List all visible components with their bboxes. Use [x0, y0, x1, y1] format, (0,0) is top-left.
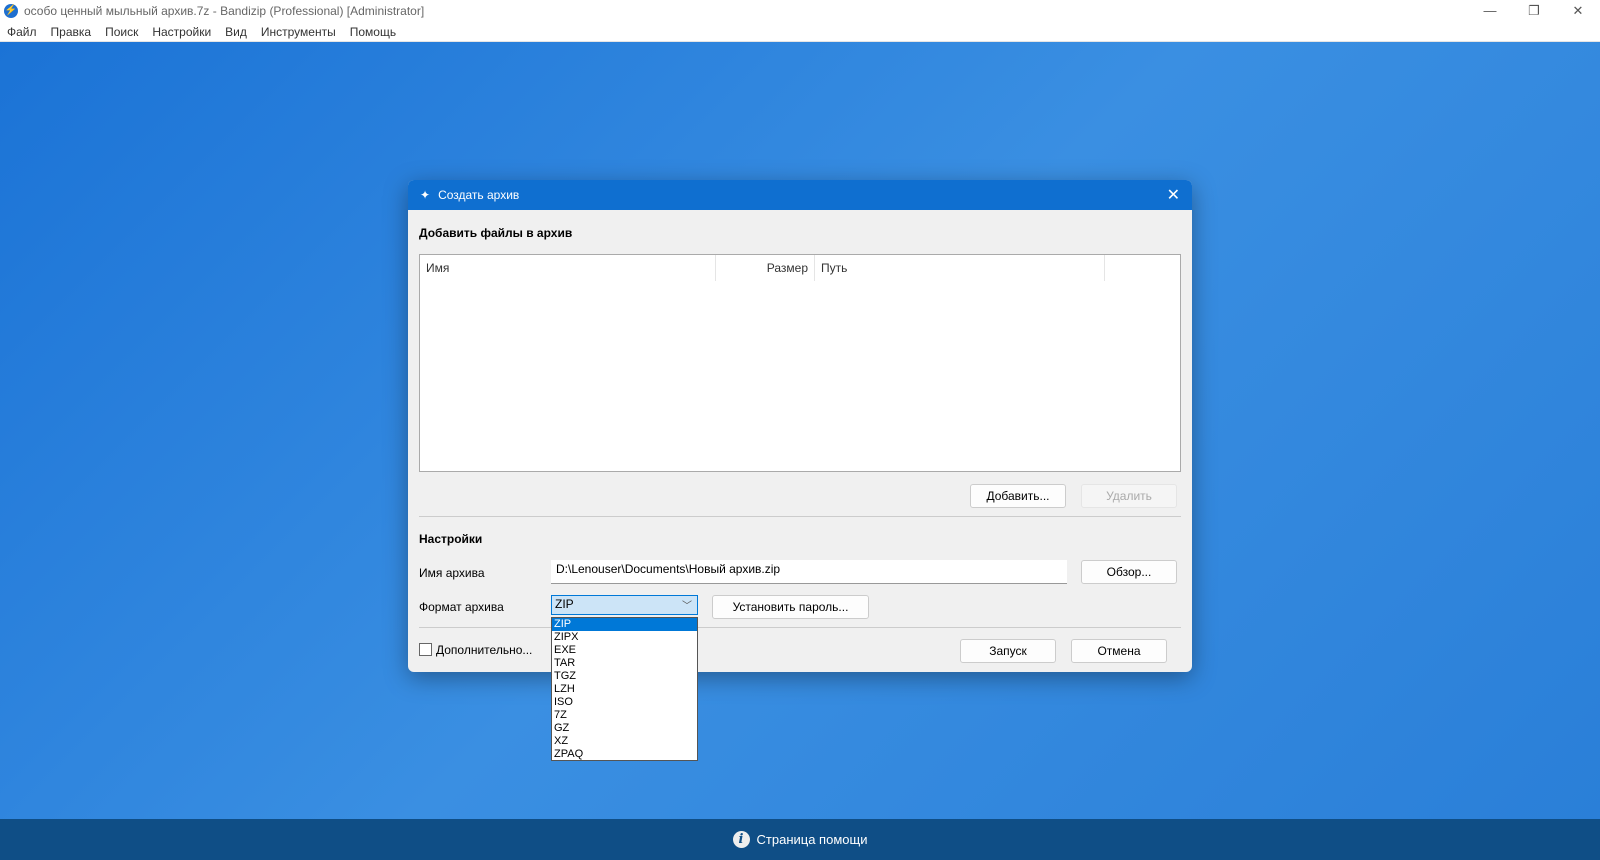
info-icon: i — [732, 831, 750, 848]
archive-name-input[interactable]: D:\Lenouser\Documents\Новый архив.zip — [551, 560, 1067, 584]
archive-name-label: Имя архива — [419, 566, 485, 580]
bandizip-logo-icon: ⚡ — [4, 4, 18, 18]
dialog-close-icon[interactable]: ✕ — [1167, 185, 1180, 205]
divider — [419, 627, 1181, 628]
menu-settings[interactable]: Настройки — [152, 25, 211, 39]
chevron-down-icon: ﹀ — [682, 601, 692, 612]
format-option[interactable]: ZPAQ — [552, 748, 697, 761]
cancel-button[interactable]: Отмена — [1071, 639, 1167, 663]
start-button[interactable]: Запуск — [960, 639, 1056, 663]
remove-button[interactable]: Удалить — [1081, 484, 1177, 508]
menu-bar: Файл Правка Поиск Настройки Вид Инструме… — [0, 22, 1600, 42]
menu-file[interactable]: Файл — [7, 25, 37, 39]
window-title: особо ценный мыльный архив.7z - Bandizip… — [24, 4, 425, 18]
column-name[interactable]: Имя — [420, 255, 716, 281]
minimize-button[interactable]: — — [1468, 0, 1512, 22]
dialog-icon: ✦ — [420, 188, 431, 202]
format-option[interactable]: ZIP — [552, 618, 697, 631]
format-option[interactable]: EXE — [552, 644, 697, 657]
help-footer[interactable]: i Страница помощи — [0, 819, 1600, 860]
menu-tools[interactable]: Инструменты — [261, 25, 336, 39]
menu-help[interactable]: Помощь — [350, 25, 396, 39]
maximize-button[interactable]: ❐ — [1512, 0, 1556, 22]
help-page-link[interactable]: Страница помощи — [757, 832, 868, 847]
divider — [419, 516, 1181, 517]
dialog-title-bar: ✦ Создать архив ✕ — [408, 180, 1192, 210]
format-select[interactable]: ZIP ﹀ — [551, 595, 698, 615]
advanced-label[interactable]: Дополнительно... — [436, 643, 532, 657]
format-option[interactable]: GZ — [552, 722, 697, 735]
create-archive-dialog: ✦ Создать архив ✕ Добавить файлы в архив… — [408, 180, 1192, 672]
format-option[interactable]: LZH — [552, 683, 697, 696]
menu-search[interactable]: Поиск — [105, 25, 138, 39]
format-value: ZIP — [555, 597, 574, 611]
title-bar: ⚡ особо ценный мыльный архив.7z - Bandiz… — [0, 0, 1600, 22]
browse-button[interactable]: Обзор... — [1081, 560, 1177, 584]
format-option[interactable]: XZ — [552, 735, 697, 748]
add-files-heading: Добавить файлы в архив — [419, 226, 573, 240]
column-path[interactable]: Путь — [815, 255, 1105, 281]
format-option[interactable]: ZIPX — [552, 631, 697, 644]
add-button[interactable]: Добавить... — [970, 484, 1066, 508]
set-password-button[interactable]: Установить пароль... — [712, 595, 869, 619]
dialog-title: Создать архив — [438, 188, 520, 202]
format-option[interactable]: 7Z — [552, 709, 697, 722]
close-button[interactable]: ✕ — [1556, 0, 1600, 22]
advanced-checkbox[interactable] — [419, 643, 432, 656]
format-option[interactable]: TAR — [552, 657, 697, 670]
column-size[interactable]: Размер — [716, 255, 815, 281]
file-list[interactable]: Имя Размер Путь — [419, 254, 1181, 472]
settings-heading: Настройки — [419, 532, 483, 546]
menu-edit[interactable]: Правка — [51, 25, 92, 39]
format-option[interactable]: ISO — [552, 696, 697, 709]
format-label: Формат архива — [419, 600, 504, 614]
format-option[interactable]: TGZ — [552, 670, 697, 683]
format-dropdown-list: ZIP ZIPX EXE TAR TGZ LZH ISO 7Z GZ XZ ZP… — [551, 617, 698, 761]
menu-view[interactable]: Вид — [225, 25, 247, 39]
